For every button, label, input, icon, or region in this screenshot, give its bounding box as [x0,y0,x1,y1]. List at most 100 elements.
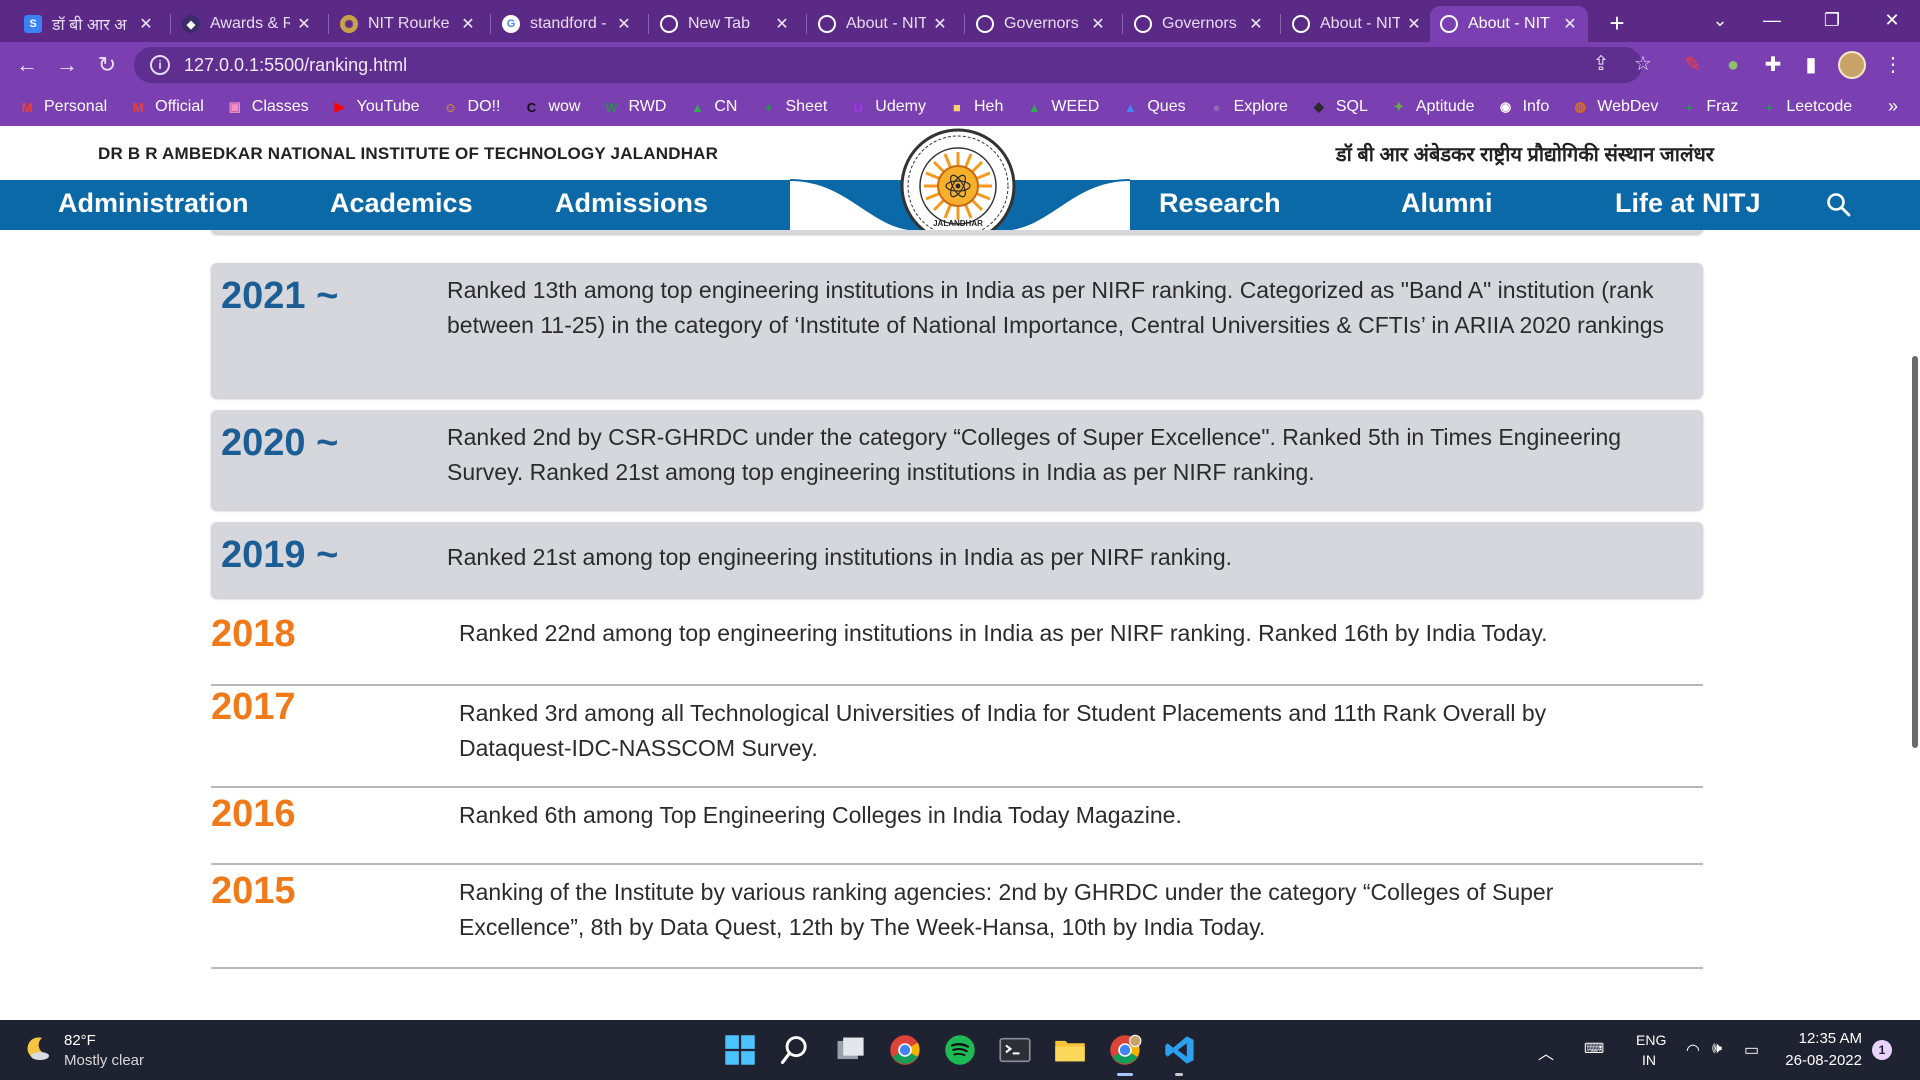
windows-start-icon[interactable] [723,1033,757,1067]
pen-extension-icon[interactable]: ✎ [1678,50,1708,80]
back-icon[interactable]: ← [12,50,42,80]
bookmark-item[interactable]: ◆ SQL [1310,98,1368,116]
bookmark-label: Sheet [785,98,828,115]
nav-administration[interactable]: Administration [58,188,249,219]
bookmark-item[interactable]: + Leetcode [1760,98,1853,116]
nav-admissions[interactable]: Admissions [555,188,708,219]
tab-search-icon[interactable]: ⌄ [1690,0,1750,42]
youtube-icon: ▶ [334,99,345,114]
globe-favicon-icon [1292,15,1310,33]
site-info-icon[interactable]: i [150,55,170,75]
browser-tab[interactable]: New Tab ✕ [650,6,800,42]
tab-title: New Tab [688,15,750,32]
browser-tab[interactable]: S डॉ बी आर अ ✕ [14,6,164,42]
battery-icon[interactable]: ▭ [1744,1040,1759,1060]
close-tab-icon[interactable]: ✕ [1248,14,1264,34]
browser-tab[interactable]: ◆ Awards & R ✕ [172,6,322,42]
extensions-puzzle-icon[interactable]: ✚ [1758,50,1788,80]
language-top[interactable]: ENG [1636,1032,1666,1048]
file-explorer-icon[interactable] [1053,1033,1087,1067]
page-scrollbar[interactable] [1912,356,1918,748]
ranking-row: 2017 Ranked 3rd among all Technological … [211,686,1703,788]
bookmark-item[interactable]: Cwow [522,98,581,116]
share-icon[interactable]: ⇪ [1586,49,1616,79]
bookmark-item[interactable]: ▶ YouTube [331,98,420,116]
minimize-button[interactable]: — [1742,0,1802,42]
close-tab-icon[interactable]: ✕ [1406,14,1422,34]
search-icon[interactable] [778,1033,812,1067]
browser-tab[interactable]: Governors ✕ [1124,6,1274,42]
task-view-icon[interactable] [833,1033,867,1067]
chrome-icon[interactable] [888,1033,922,1067]
close-tab-icon[interactable]: ✕ [138,14,154,34]
ranking-text: Ranked 13th among top engineering instit… [447,277,1665,338]
bookmark-star-icon[interactable]: ☆ [1628,49,1658,79]
close-window-button[interactable]: ✕ [1862,0,1920,42]
spotify-icon[interactable] [943,1033,977,1067]
close-tab-icon[interactable]: ✕ [616,14,632,34]
bookmark-item[interactable]: ▲ Ques [1121,98,1186,116]
browser-tab[interactable]: Governors ✕ [966,6,1116,42]
tab-title: About - NIT [846,15,926,32]
browser-tab[interactable]: G standford - ✕ [492,6,642,42]
forward-icon[interactable]: → [52,50,82,80]
terminal-icon[interactable] [998,1033,1032,1067]
clock-date[interactable]: 26-08-2022 [1785,1052,1862,1069]
bookmark-item[interactable]: ☺ DO!! [442,98,501,116]
browser-tab[interactable]: ✺ NIT Rourke ✕ [330,6,486,42]
bookmark-item[interactable]: + Fraz [1680,98,1739,116]
nav-alumni[interactable]: Alumni [1401,188,1493,219]
extension-icon[interactable]: ● [1718,50,1748,80]
new-tab-button[interactable]: + [1600,6,1634,40]
nav-life-at-nitj[interactable]: Life at NITJ [1615,188,1761,219]
address-bar[interactable]: i 127.0.0.1:5500/ranking.html [134,47,1642,83]
bookmark-item[interactable]: ◉ Info [1497,98,1549,116]
bookmark-item[interactable]: ◍ WebDev [1571,98,1659,116]
browser-tab[interactable]: About - NIT ✕ [808,6,958,42]
restore-button[interactable]: ❐ [1802,0,1862,42]
tab-separator [490,14,491,34]
bookmark-item[interactable]: W RWD [602,98,666,116]
ranking-card: 2020 ~ Ranked 2nd by CSR-GHRDC under the… [211,410,1703,510]
chrome-profile-icon[interactable] [1108,1033,1142,1067]
close-tab-icon[interactable]: ✕ [1562,14,1578,34]
menu-kebab-icon[interactable]: ⋮ [1878,50,1908,80]
show-hidden-icons[interactable]: ︿ [1538,1040,1554,1064]
weather-condition[interactable]: Mostly clear [64,1052,144,1069]
notification-badge[interactable]: 1 [1872,1040,1892,1060]
language-bottom[interactable]: IN [1642,1052,1656,1068]
weather-temperature[interactable]: 82°F [64,1032,96,1049]
ranking-text: Ranked 6th among Top Engineering College… [459,802,1182,828]
profile-avatar[interactable] [1838,51,1866,79]
bookmark-item[interactable]: ▲ CN [688,98,738,116]
nav-academics[interactable]: Academics [330,188,473,219]
bookmark-item[interactable]: M Personal [18,98,108,116]
bookmark-item[interactable]: M Official [129,98,204,116]
close-tab-icon[interactable]: ✕ [932,14,948,34]
bookmark-item[interactable]: ● Explore [1208,98,1288,116]
bookmarks-overflow-icon[interactable]: » [1888,96,1898,117]
close-tab-icon[interactable]: ✕ [460,14,476,34]
bookmark-item[interactable]: ■ Heh [948,98,1003,116]
bookmark-item[interactable]: ✦ Aptitude [1390,98,1474,116]
bookmark-item[interactable]: U Udemy [849,98,926,116]
browser-tab[interactable]: About - NIT ✕ [1282,6,1432,42]
volume-icon[interactable]: 🕪 [1712,1040,1722,1058]
clock-time[interactable]: 12:35 AM [1799,1030,1862,1047]
close-tab-icon[interactable]: ✕ [296,14,312,34]
close-tab-icon[interactable]: ✕ [774,14,790,34]
wifi-icon[interactable]: ◠ [1686,1040,1700,1060]
moon-weather-icon[interactable] [24,1034,52,1062]
bookmark-item[interactable]: + Sheet [759,98,828,116]
side-panel-icon[interactable]: ▮ [1796,50,1826,80]
bookmark-item[interactable]: ▣ Classes [226,98,309,116]
nav-research[interactable]: Research [1159,188,1281,219]
bookmark-item[interactable]: ▲ WEED [1025,98,1099,116]
bookmark-label: Udemy [875,98,926,115]
vscode-icon[interactable] [1163,1033,1197,1067]
search-icon[interactable] [1826,192,1852,218]
browser-tab-active[interactable]: About - NIT ✕ [1430,6,1588,42]
close-tab-icon[interactable]: ✕ [1090,14,1106,34]
keyboard-icon[interactable]: ⌨ [1584,1040,1604,1057]
reload-icon[interactable]: ↻ [92,50,122,80]
